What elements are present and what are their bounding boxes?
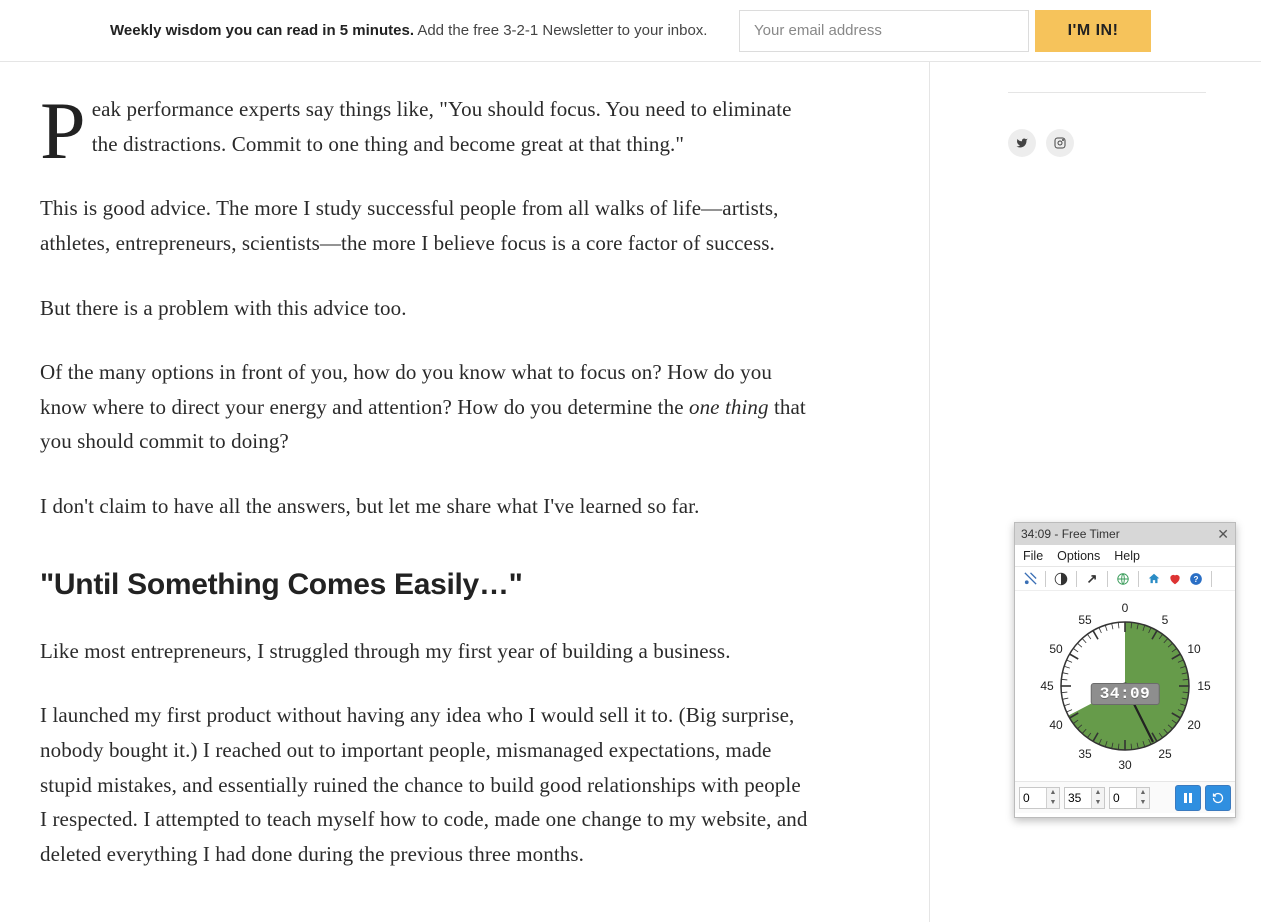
hours-down[interactable]: ▼ (1047, 798, 1059, 808)
dial-num-40: 40 (1049, 718, 1062, 732)
newsletter-rest: Add the free 3-2-1 Newsletter to your in… (414, 22, 708, 39)
section-heading: "Until Something Comes Easily…" (40, 568, 809, 602)
home-icon[interactable] (1145, 570, 1163, 588)
dial-num-30: 30 (1118, 758, 1131, 772)
digital-readout: 34:09 (1091, 683, 1160, 705)
twitter-link[interactable] (1008, 129, 1036, 157)
hours-spinner[interactable]: ▲▼ (1019, 787, 1060, 809)
hours-input[interactable] (1020, 791, 1046, 805)
dial-num-15: 15 (1197, 679, 1210, 693)
timer-window[interactable]: 34:09 - Free Timer ✕ File Options Help ↗… (1014, 522, 1236, 818)
toolbar-separator (1045, 571, 1046, 587)
email-input[interactable] (739, 10, 1029, 52)
newsletter-form: I'M IN! (739, 10, 1151, 52)
dial: 0 5 10 15 20 25 30 35 40 45 50 55 34:09 (1041, 602, 1209, 770)
svg-text:?: ? (1194, 574, 1199, 583)
dial-num-55: 55 (1078, 613, 1091, 627)
paragraph-4: Of the many options in front of you, how… (40, 355, 809, 459)
sidebar-divider (1008, 92, 1206, 93)
menu-options[interactable]: Options (1057, 549, 1100, 563)
dropcap: P (40, 98, 86, 164)
dial-num-25: 25 (1158, 747, 1171, 761)
menu-file[interactable]: File (1023, 549, 1043, 563)
pause-button[interactable] (1175, 785, 1201, 811)
timer-titlebar[interactable]: 34:09 - Free Timer ✕ (1015, 523, 1235, 545)
pause-icon (1183, 793, 1193, 803)
dial-num-5: 5 (1162, 613, 1169, 627)
timer-title: 34:09 - Free Timer (1021, 527, 1120, 541)
p1-text: eak performance experts say things like,… (92, 97, 792, 156)
globe-icon[interactable] (1114, 570, 1132, 588)
toolbar-separator (1211, 571, 1212, 587)
timer-bottom-controls: ▲▼ ▲▼ ▲▼ (1015, 781, 1235, 813)
help-icon[interactable]: ? (1187, 570, 1205, 588)
settings-icon[interactable] (1021, 570, 1039, 588)
timer-menubar: File Options Help (1015, 545, 1235, 567)
contrast-icon[interactable] (1052, 570, 1070, 588)
seconds-down[interactable]: ▼ (1137, 798, 1149, 808)
twitter-icon (1016, 137, 1028, 149)
newsletter-banner-text: Weekly wisdom you can read in 5 minutes.… (110, 22, 707, 39)
submit-button[interactable]: I'M IN! (1035, 10, 1151, 52)
dial-num-10: 10 (1187, 642, 1200, 656)
paragraph-7: I launched my first product without havi… (40, 698, 809, 871)
dial-num-35: 35 (1078, 747, 1091, 761)
dial-num-0: 0 (1122, 601, 1129, 615)
newsletter-bold: Weekly wisdom you can read in 5 minutes. (110, 22, 414, 39)
minutes-up[interactable]: ▲ (1092, 788, 1104, 798)
seconds-spinner[interactable]: ▲▼ (1109, 787, 1150, 809)
paragraph-2: This is good advice. The more I study su… (40, 191, 809, 260)
p4-text-a: Of the many options in front of you, how… (40, 360, 772, 419)
hours-up[interactable]: ▲ (1047, 788, 1059, 798)
reset-button[interactable] (1205, 785, 1231, 811)
toolbar-separator (1107, 571, 1108, 587)
minutes-input[interactable] (1065, 791, 1091, 805)
paragraph-5: I don't claim to have all the answers, b… (40, 489, 809, 524)
seconds-input[interactable] (1110, 791, 1136, 805)
paragraph-1: Peak performance experts say things like… (40, 92, 809, 161)
paragraph-3: But there is a problem with this advice … (40, 291, 809, 326)
dial-num-45: 45 (1040, 679, 1053, 693)
p4-em: one thing (689, 395, 769, 419)
timer-toolbar: ↗ ? (1015, 567, 1235, 591)
close-icon[interactable]: ✕ (1217, 526, 1229, 543)
reset-icon (1212, 792, 1224, 804)
timer-clock: 0 5 10 15 20 25 30 35 40 45 50 55 34:09 (1015, 591, 1235, 781)
heart-icon[interactable] (1166, 570, 1184, 588)
minutes-spinner[interactable]: ▲▼ (1064, 787, 1105, 809)
instagram-link[interactable] (1046, 129, 1074, 157)
paragraph-6: Like most entrepreneurs, I struggled thr… (40, 634, 809, 669)
seconds-up[interactable]: ▲ (1137, 788, 1149, 798)
instagram-icon (1054, 137, 1066, 149)
expand-icon[interactable]: ↗ (1083, 570, 1101, 588)
dial-num-50: 50 (1049, 642, 1062, 656)
toolbar-separator (1138, 571, 1139, 587)
article-content: Peak performance experts say things like… (0, 62, 930, 922)
menu-help[interactable]: Help (1114, 549, 1140, 563)
toolbar-separator (1076, 571, 1077, 587)
minutes-down[interactable]: ▼ (1092, 798, 1104, 808)
dial-num-20: 20 (1187, 718, 1200, 732)
